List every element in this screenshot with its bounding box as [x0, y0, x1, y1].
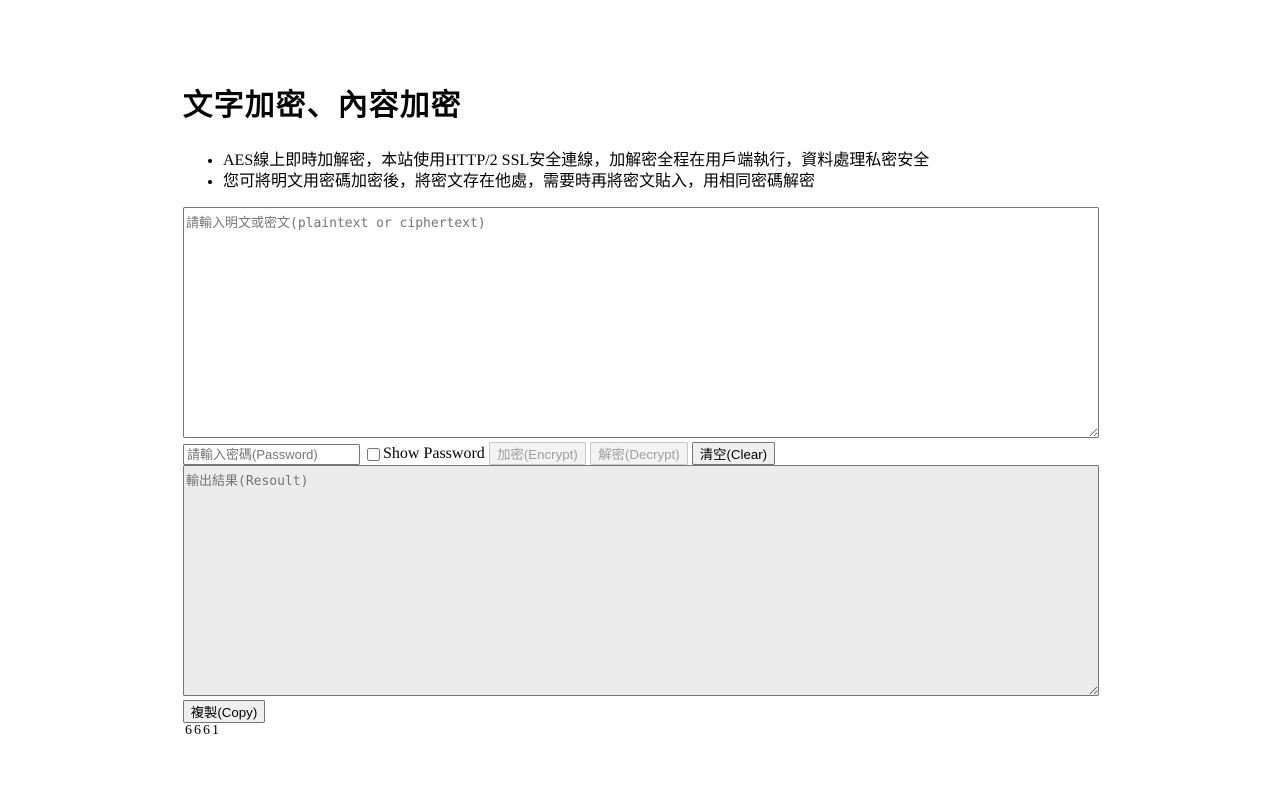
info-list: AES線上即時加解密，本站使用HTTP/2 SSL安全連線，加解密全程在用戶端執…	[183, 150, 929, 192]
show-password-toggle[interactable]: Show Password	[366, 443, 485, 465]
copy-button[interactable]: 複製(Copy)	[183, 700, 265, 723]
show-password-label: Show Password	[383, 445, 485, 462]
visit-counter: 6661	[185, 723, 221, 738]
page-title: 文字加密、內容加密	[183, 88, 462, 123]
info-item-usage: 您可將明文用密碼加密後，將密文存在他處，需要時再將密文貼入，用相同密碼解密	[223, 171, 929, 192]
password-input[interactable]	[183, 444, 360, 465]
decrypt-button[interactable]: 解密(Decrypt)	[590, 442, 688, 465]
show-password-checkbox[interactable]	[367, 447, 380, 461]
plaintext-input[interactable]	[183, 207, 1099, 438]
output-area[interactable]	[183, 465, 1099, 696]
controls-row: Show Password 加密(Encrypt) 解密(Decrypt) 清空…	[183, 442, 1099, 466]
clear-button[interactable]: 清空(Clear)	[692, 442, 775, 465]
encrypt-button[interactable]: 加密(Encrypt)	[489, 442, 586, 465]
info-item-aes: AES線上即時加解密，本站使用HTTP/2 SSL安全連線，加解密全程在用戶端執…	[223, 150, 929, 171]
